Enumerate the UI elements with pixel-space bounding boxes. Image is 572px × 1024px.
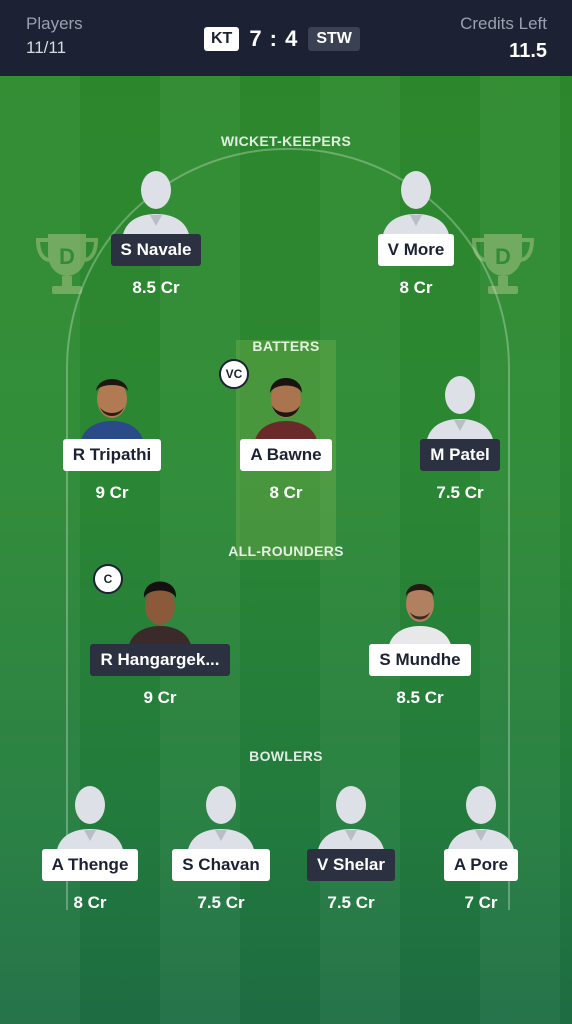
- credits-label: Credits Left: [460, 14, 547, 33]
- player-name: S Navale: [110, 234, 202, 266]
- player-name: A Pore: [443, 849, 519, 881]
- score-value: 7 : 4: [249, 26, 299, 51]
- player-credit: 7 Cr: [464, 893, 498, 912]
- player-credit: 9 Cr: [95, 483, 129, 502]
- player-name: A Thenge: [41, 849, 139, 881]
- player-credit: 7.5 Cr: [436, 483, 484, 502]
- player-photo-icon: [254, 378, 318, 445]
- player-card[interactable]: S Navale 8.5 Cr: [81, 160, 231, 298]
- player-name: R Tripathi: [62, 439, 162, 471]
- player-card[interactable]: S Chavan 7.5 Cr: [146, 775, 296, 913]
- player-avatar: [311, 775, 391, 855]
- player-credit: 8.5 Cr: [132, 278, 180, 297]
- player-credit: 7.5 Cr: [197, 893, 245, 912]
- player-card[interactable]: M Patel 7.5 Cr: [385, 365, 535, 503]
- player-silhouette-icon: [122, 171, 190, 240]
- player-silhouette-icon: [447, 786, 515, 855]
- section-title-wicket-keepers: WICKET-KEEPERS: [220, 133, 352, 149]
- player-avatar: [441, 775, 521, 855]
- player-name: S Mundhe: [369, 644, 471, 676]
- player-avatar: [116, 160, 196, 240]
- section-title-batters: BATTERS: [252, 338, 320, 354]
- players-value: 11/11: [26, 38, 67, 57]
- player-avatar: [181, 775, 261, 855]
- player-credit: 9 Cr: [143, 688, 177, 707]
- player-silhouette-icon: [426, 376, 494, 445]
- players-count: Players 11/11: [26, 14, 83, 58]
- captain-badge: C: [93, 564, 123, 594]
- credits-left: Credits Left 11.5: [460, 14, 547, 63]
- player-avatar: [120, 570, 200, 650]
- player-avatar: [246, 365, 326, 445]
- top-bar: Players 11/11 KT 7 : 4 STW Credits Left …: [0, 0, 572, 76]
- player-card[interactable]: A Bawne 8 Cr VC: [211, 359, 361, 503]
- player-name: A Bawne: [240, 439, 332, 471]
- player-card[interactable]: A Thenge 8 Cr: [15, 775, 165, 913]
- player-name: V More: [377, 234, 455, 266]
- player-card[interactable]: V More 8 Cr: [341, 160, 491, 298]
- player-credit: 8 Cr: [269, 483, 303, 502]
- player-name: S Chavan: [172, 849, 270, 881]
- team-score: KT 7 : 4 STW: [204, 26, 360, 52]
- player-avatar: [376, 160, 456, 240]
- player-card[interactable]: R Hangargek... 9 Cr C: [85, 564, 235, 708]
- team-preview-screen: D D Players 11/11 KT 7 : 4 STW Credits L…: [0, 0, 572, 1024]
- player-card[interactable]: A Pore 7 Cr: [406, 775, 556, 913]
- player-avatar: [380, 570, 460, 650]
- section-title-all-rounders: ALL-ROUNDERS: [228, 543, 344, 559]
- player-silhouette-icon: [382, 171, 450, 240]
- player-avatar: [420, 365, 500, 445]
- svg-text:D: D: [495, 244, 511, 269]
- team-a-badge: KT: [204, 27, 240, 51]
- player-card[interactable]: V Shelar 7.5 Cr: [276, 775, 426, 913]
- player-credit: 7.5 Cr: [327, 893, 375, 912]
- vice-captain-badge: VC: [219, 359, 249, 389]
- players-label: Players: [26, 14, 83, 33]
- player-avatar: [50, 775, 130, 855]
- team-b-badge: STW: [308, 27, 360, 51]
- player-card[interactable]: S Mundhe 8.5 Cr: [345, 570, 495, 708]
- player-silhouette-icon: [56, 786, 124, 855]
- player-name: V Shelar: [306, 849, 396, 881]
- player-name: M Patel: [420, 439, 500, 471]
- player-avatar: [72, 365, 152, 445]
- player-photo-icon: [128, 581, 192, 650]
- player-credit: 8.5 Cr: [396, 688, 444, 707]
- player-credit: 8 Cr: [399, 278, 433, 297]
- player-photo-icon: [80, 379, 144, 445]
- player-photo-icon: [388, 584, 452, 650]
- player-name: R Hangargek...: [90, 644, 230, 676]
- svg-text:D: D: [59, 244, 75, 269]
- section-title-bowlers: BOWLERS: [249, 748, 323, 764]
- player-card[interactable]: R Tripathi 9 Cr: [37, 365, 187, 503]
- credits-value: 11.5: [509, 40, 547, 62]
- player-credit: 8 Cr: [73, 893, 107, 912]
- player-silhouette-icon: [317, 786, 385, 855]
- player-silhouette-icon: [187, 786, 255, 855]
